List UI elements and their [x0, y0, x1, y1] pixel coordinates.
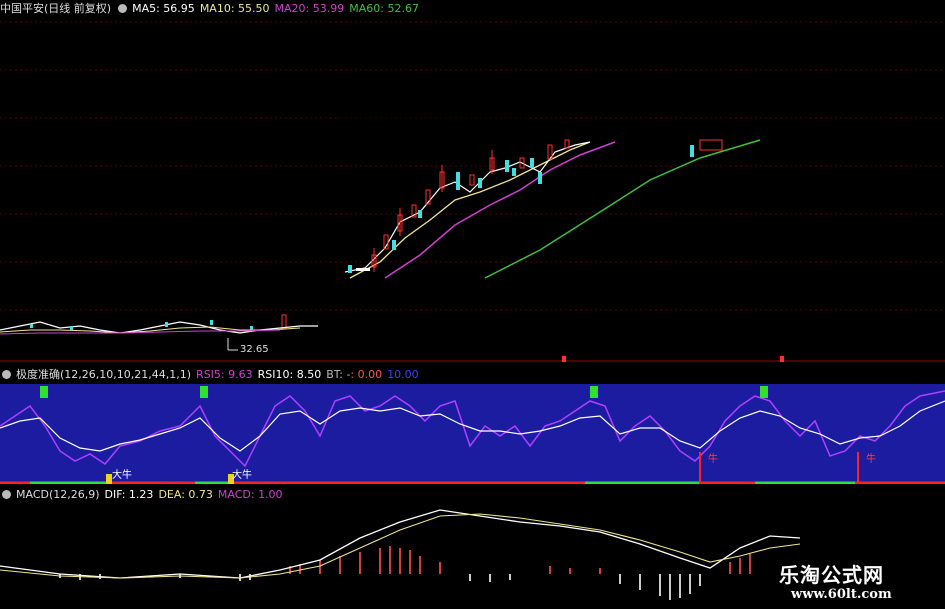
macd-legend: MACD(12,26,9) DIF: 1.23 DEA: 0.73 MACD: 1.0… — [0, 486, 288, 504]
ma10-line — [349, 141, 591, 279]
bt-value: BT: - — [326, 368, 351, 381]
indicator-settings-icon[interactable] — [2, 369, 11, 379]
macd-title: MACD(12,26,9) — [16, 488, 100, 501]
indicator-legend: 极度准确(12,26,10,10,21,44,1,1) RSI5: 9.63 RSI… — [0, 366, 424, 384]
price-chart-pane[interactable]: 中国平安(日线 前复权) MA5: 56.95 MA10: 55.50 MA20: 5… — [0, 0, 945, 362]
level-value: 10.00 — [387, 368, 419, 381]
signal-label-1: 大牛 — [112, 470, 132, 481]
macd-value: MACD: 1.00 — [217, 488, 283, 501]
ma20-value: MA20: 53.99 — [274, 2, 345, 15]
chart-mask — [340, 118, 530, 138]
macd-histogram — [59, 546, 751, 600]
ma5-value: MA5: 56.95 — [132, 2, 195, 15]
watermark-url: www.60lt.com — [791, 587, 892, 602]
ma10-value: MA10: 55.50 — [199, 2, 270, 15]
rsi10-value: RSI10: 8.50 — [257, 368, 322, 381]
dea-value: DEA: 0.73 — [158, 488, 213, 501]
dif-value: DIF: 1.23 — [104, 488, 154, 501]
signal-label-3: 牛 — [708, 454, 718, 465]
stock-title: 中国平安(日线 前复权) — [0, 2, 112, 15]
price-legend: 中国平安(日线 前复权) MA5: 56.95 MA10: 55.50 MA20: 5… — [0, 0, 424, 18]
ma60-line — [484, 139, 761, 279]
bt-sub-value: : 0.00 — [350, 368, 383, 381]
indicator-title: 极度准确(12,26,10,10,21,44,1,1) — [16, 368, 192, 381]
settings-circle-icon[interactable] — [118, 3, 128, 13]
signal-label-2: 大牛 — [232, 470, 252, 481]
macd-settings-icon[interactable] — [2, 489, 11, 499]
rsi5-value: RSI5: 9.63 — [196, 368, 253, 381]
price-chart-canvas — [0, 21, 945, 362]
ma60-value: MA60: 52.67 — [349, 2, 419, 15]
green-signal-marker — [40, 386, 48, 398]
signal-label-4: 牛 — [866, 454, 876, 465]
ma5-line — [344, 141, 591, 273]
ma-cluster-line — [0, 321, 318, 334]
watermark: 乐淘公式网 www.60lt.com — [767, 553, 945, 609]
watermark-title: 乐淘公式网 — [779, 563, 884, 587]
indicator-pane[interactable]: 极度准确(12,26,10,10,21,44,1,1) RSI5: 9.63 RSI… — [0, 366, 945, 484]
low-price-label: 32.65 — [240, 344, 269, 355]
